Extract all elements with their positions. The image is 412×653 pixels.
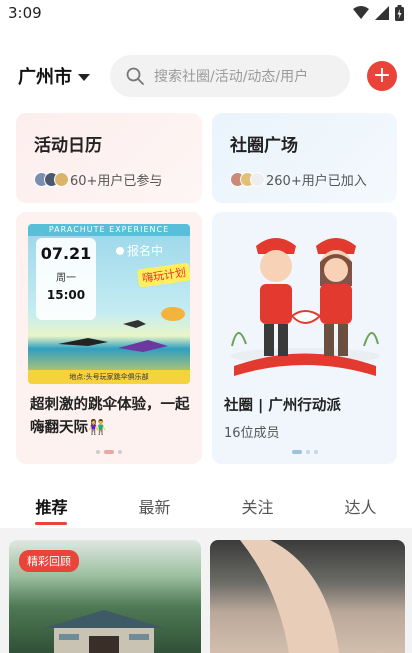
avatar: [54, 172, 69, 187]
carousel-indicator: [16, 450, 202, 454]
poster-footer: 地点:头号玩家跳伞俱乐部: [28, 370, 190, 384]
community-name: 社圈 | 广州行动派: [224, 398, 341, 414]
registration-status-label: 报名中: [127, 244, 164, 258]
feed-card[interactable]: [210, 540, 405, 653]
search-input[interactable]: 搜索社圈/活动/动态/用户: [110, 55, 350, 97]
tab-indicator: [35, 522, 67, 525]
poster-banner: PARACHUTE EXPERIENCE: [28, 224, 190, 236]
featured-community-card[interactable]: 社圈 | 广州行动派 16位成员: [212, 212, 397, 464]
battery-icon: [395, 5, 404, 21]
plus-icon: +: [372, 63, 392, 88]
add-button[interactable]: +: [367, 61, 397, 91]
activity-calendar-subtitle: 60+用户已参与: [70, 174, 163, 189]
poster-slogan: 嗨玩计划: [137, 262, 190, 288]
status-dot-icon: [116, 246, 124, 255]
wifi-icon: [353, 6, 369, 19]
city-label: 广州市: [18, 67, 72, 88]
pager-dot: [305, 450, 310, 454]
status-bar: 3:09: [0, 0, 412, 26]
header: 广州市 搜索社圈/活动/动态/用户 +: [0, 52, 412, 98]
caret-down-icon: [78, 73, 90, 81]
tab-latest[interactable]: 最新: [103, 478, 206, 528]
feed-grid: 精彩回顾: [0, 528, 412, 653]
search-placeholder: 搜索社圈/活动/动态/用户: [154, 69, 309, 85]
avatar-stack: [230, 172, 265, 187]
activity-weekday: 周一: [56, 273, 76, 284]
city-selector[interactable]: 广州市: [18, 63, 90, 89]
status-icons: [353, 5, 404, 21]
activity-calendar-subtitle-row: 60+用户已参与: [34, 170, 184, 189]
search-icon: [126, 67, 144, 85]
skydiver-illustration: [58, 307, 185, 352]
activity-date: 07.21: [40, 244, 92, 263]
volunteers-illustration: [230, 238, 380, 376]
feed-card[interactable]: 精彩回顾: [9, 540, 201, 653]
highlight-tag: 精彩回顾: [19, 550, 79, 572]
activity-poster: PARACHUTE EXPERIENCE 07.21 周一 15:00 报名中 …: [28, 224, 190, 384]
activity-time: 15:00: [46, 288, 86, 302]
activity-caption: 超刺激的跳伞体验，一起嗨翻天际👫: [30, 397, 190, 436]
status-time: 3:09: [8, 4, 42, 22]
pager-dot-active: [291, 450, 302, 454]
registration-status: 报名中: [116, 242, 163, 259]
featured-activity-card[interactable]: PARACHUTE EXPERIENCE 07.21 周一 15:00 报名中 …: [16, 212, 202, 464]
volunteer-left: [256, 238, 296, 356]
tab-label: 关注: [241, 498, 274, 517]
signal-icon: [375, 6, 389, 20]
community-members: 16位成员: [224, 426, 280, 441]
feed-tabs: 推荐 最新 关注 达人: [0, 478, 412, 528]
community-square-title: 社圈广场: [230, 136, 298, 156]
activity-calendar-card[interactable]: 活动日历 60+用户已参与: [16, 113, 202, 203]
arm-photo-image: [240, 540, 340, 653]
community-square-subtitle: 260+用户已加入: [266, 174, 367, 189]
community-square-subtitle-row: 260+用户已加入: [230, 170, 379, 189]
temple-gate-image: [44, 610, 164, 653]
tab-label: 达人: [344, 498, 377, 517]
avatar: [250, 172, 265, 187]
pager-dot: [313, 450, 318, 454]
pager-dot-active: [104, 450, 114, 454]
volunteer-right: [316, 238, 356, 356]
tab-experts[interactable]: 达人: [309, 478, 412, 528]
tab-label: 推荐: [35, 498, 68, 517]
pager-dot: [118, 450, 122, 454]
community-square-card[interactable]: 社圈广场 260+用户已加入: [212, 113, 397, 203]
tab-recommended[interactable]: 推荐: [0, 478, 103, 528]
carousel-indicator: [212, 450, 397, 454]
avatar-stack: [34, 172, 69, 187]
tab-following[interactable]: 关注: [206, 478, 309, 528]
pager-dot: [96, 450, 100, 454]
activity-calendar-title: 活动日历: [34, 136, 102, 156]
tab-label: 最新: [138, 498, 171, 517]
